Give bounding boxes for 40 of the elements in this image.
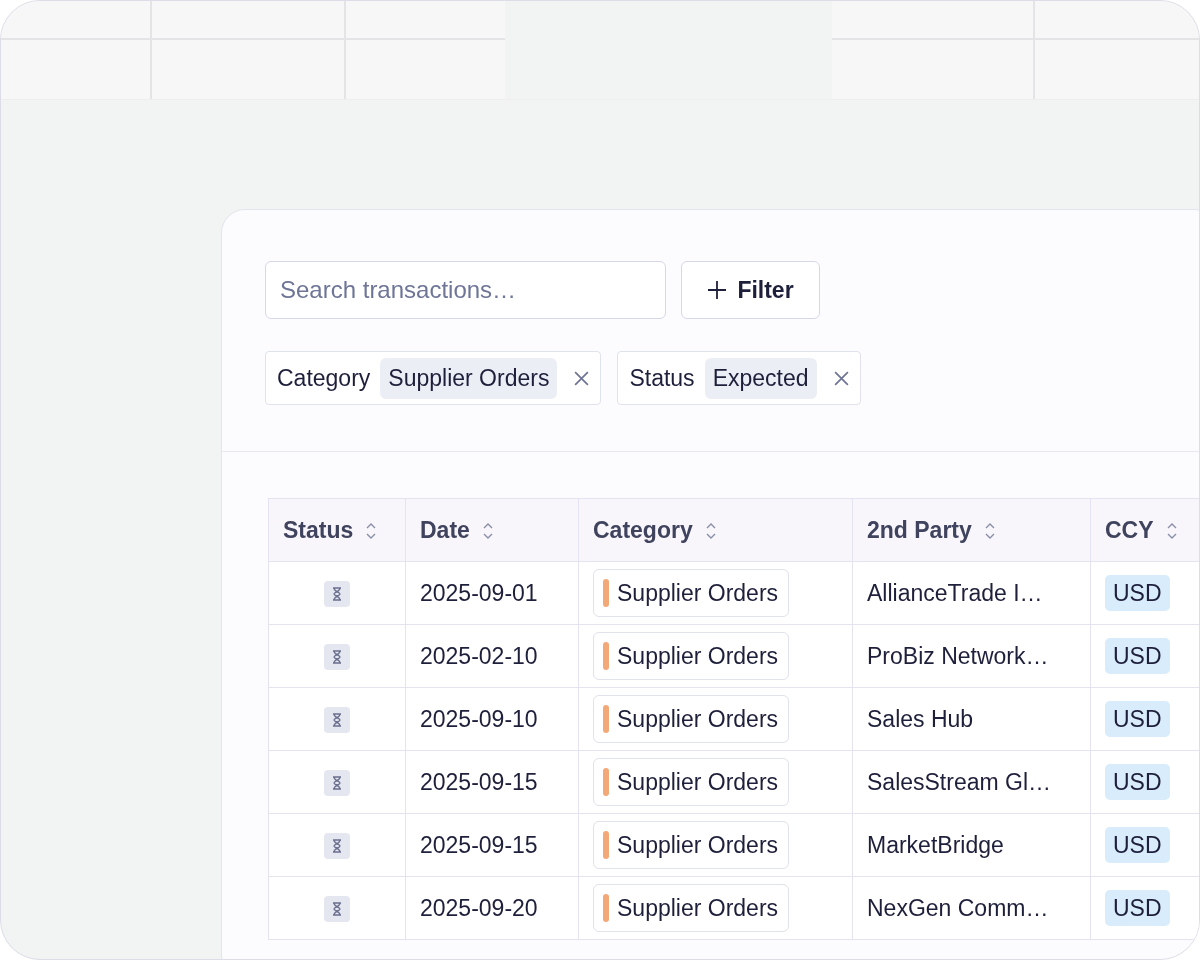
- filter-chip[interactable]: Category Supplier Orders: [265, 351, 602, 405]
- table-cell: 2025-09-20: [405, 876, 579, 940]
- table-cell: 2025-09-15: [405, 750, 579, 814]
- table-cell: ProBiz Network…: [852, 624, 1091, 688]
- category-tag: Supplier Orders: [593, 821, 790, 869]
- close-icon[interactable]: [573, 369, 591, 387]
- category-tag: Supplier Orders: [593, 758, 790, 806]
- table-cell: 2025-02-10: [405, 624, 579, 688]
- currency-badge: USD: [1105, 574, 1170, 611]
- filter-field-label: Category: [277, 364, 371, 392]
- column-header[interactable]: Category: [578, 498, 853, 562]
- filter-value: Expected: [704, 357, 817, 399]
- close-icon[interactable]: [832, 369, 850, 387]
- table-cell: 2025-09-10: [405, 687, 579, 751]
- table-cell: 2025-09-01: [405, 561, 579, 625]
- filter-button[interactable]: Filter: [681, 261, 820, 319]
- filter-chip[interactable]: Status Expected: [617, 351, 861, 405]
- filter-field-label: Status: [629, 364, 695, 392]
- filter-value: Supplier Orders: [380, 357, 558, 399]
- category-tag: Supplier Orders: [593, 632, 790, 680]
- table-cell: Sales Hub: [852, 687, 1091, 751]
- search-field[interactable]: Search transactions…: [265, 261, 666, 319]
- currency-badge: USD: [1105, 763, 1170, 800]
- category-tag: Supplier Orders: [593, 569, 790, 617]
- column-header[interactable]: Status: [268, 498, 406, 562]
- column-header[interactable]: CCY: [1090, 498, 1199, 562]
- category-tag: Supplier Orders: [593, 884, 790, 932]
- currency-badge: USD: [1105, 889, 1170, 926]
- currency-badge: USD: [1105, 826, 1170, 863]
- column-header[interactable]: 2nd Party: [852, 498, 1091, 562]
- currency-badge: USD: [1105, 700, 1170, 737]
- table-cell: NexGen Comm…: [852, 876, 1091, 940]
- plus-icon: [707, 280, 728, 300]
- column-header[interactable]: Date: [405, 498, 579, 562]
- table-cell: SalesStream Gl…: [852, 750, 1091, 814]
- table-cell: MarketBridge: [852, 813, 1091, 877]
- currency-badge: USD: [1105, 637, 1170, 674]
- table-cell: 2025-09-15: [405, 813, 579, 877]
- table-cell: AllianceTrade I…: [852, 561, 1091, 625]
- category-tag: Supplier Orders: [593, 695, 790, 743]
